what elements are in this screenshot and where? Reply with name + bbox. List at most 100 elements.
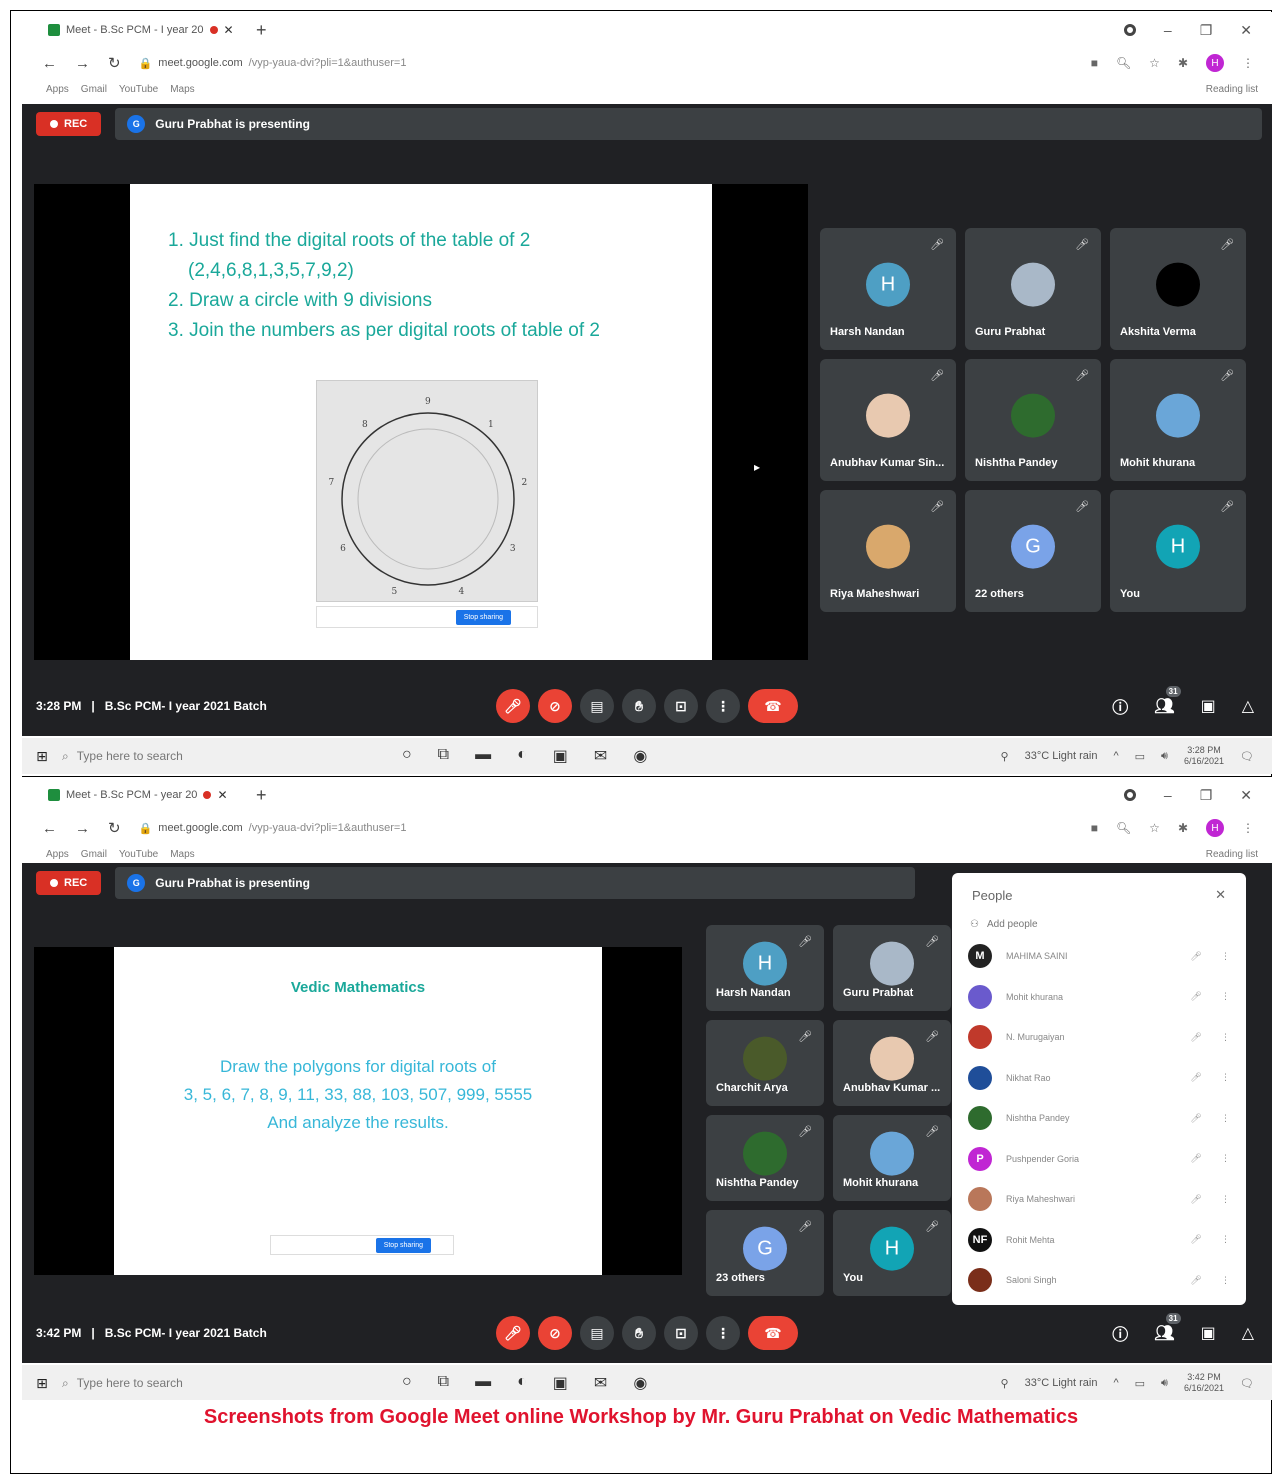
more-options-button[interactable]: ⋮ [706,1316,740,1350]
browser-tab[interactable]: Meet - B.Sc PCM - I year 20 ✕ [22,15,252,45]
edge-icon[interactable]: ◐ [517,746,527,766]
people-list-item[interactable]: P Pushpender Goria 🎤︎ ⋮ [952,1139,1246,1180]
participant-tile[interactable]: H 🎤︎ Harsh Nandan [820,228,956,350]
participant-tile[interactable]: 🎤︎ Mohit khurana [1110,359,1246,481]
muted-mic-icon[interactable]: 🎤︎ [1171,1275,1221,1286]
tray-chevron-icon[interactable]: ^ [1113,1377,1118,1389]
camera-icon[interactable]: ■ [1091,821,1098,835]
windows-start-icon[interactable]: ⊞ [22,1375,62,1392]
store-icon[interactable]: ▣ [553,746,568,766]
close-panel-icon[interactable]: ✕ [1215,887,1226,903]
forward-icon[interactable]: → [75,55,90,72]
close-tab-icon[interactable]: ✕ [217,788,227,802]
file-explorer-icon[interactable]: ▬ [475,746,491,766]
more-options-icon[interactable]: ⋮ [1221,991,1230,1002]
cortana-icon[interactable]: ○ [402,746,412,766]
muted-mic-icon[interactable]: 🎤︎ [1171,951,1221,962]
leave-call-button[interactable]: ☎︎ [748,1316,798,1350]
extensions-icon[interactable]: ✱ [1178,821,1188,835]
star-icon[interactable]: ☆ [1149,56,1160,70]
raise-hand-button[interactable]: ✋︎ [622,1316,656,1350]
profile-avatar[interactable]: H [1206,819,1224,837]
captions-button[interactable]: ▤ [580,689,614,723]
participant-tile[interactable]: H 🎤︎ Harsh Nandan [706,925,824,1011]
store-icon[interactable]: ▣ [553,1373,568,1393]
bookmark-apps[interactable]: Apps [46,84,69,95]
info-icon[interactable]: ⓘ [1112,694,1128,718]
star-icon[interactable]: ☆ [1149,821,1160,835]
taskbar-search[interactable]: ⌕ Type here to search [62,749,362,764]
back-icon[interactable]: ← [42,820,57,837]
raise-hand-button[interactable]: ✋︎ [622,689,656,723]
url-field[interactable]: 🔒 meet.google.com/vyp-yaua-dvi?pli=1&aut… [139,822,407,835]
bookmark-gmail[interactable]: Gmail [81,849,107,860]
extensions-icon[interactable]: ✱ [1178,56,1188,70]
muted-mic-icon[interactable]: 🎤︎ [1171,1072,1221,1083]
camera-off-button[interactable]: ⊘ [538,1316,572,1350]
participant-tile[interactable]: G 🎤︎ 22 others [965,490,1101,612]
taskbar-search[interactable]: ⌕ Type here to search [62,1376,362,1391]
more-options-icon[interactable]: ⋮ [1221,1072,1230,1083]
muted-mic-icon[interactable]: 🎤︎ [1171,1032,1221,1043]
notifications-icon[interactable]: 🗨︎ [1240,750,1254,763]
close-window-icon[interactable]: ✕ [1240,22,1252,39]
weather-text[interactable]: 33°C Light rain [1025,1377,1098,1389]
more-options-icon[interactable]: ⋮ [1221,1153,1230,1164]
stop-sharing-button[interactable]: Stop sharing [455,609,511,625]
people-list-item[interactable]: Nikhat Rao 🎤︎ ⋮ [952,1058,1246,1099]
chrome-icon[interactable]: ◉ [633,746,647,766]
participant-tile[interactable]: 🎤︎ Mohit khurana [833,1115,951,1201]
more-options-icon[interactable]: ⋮ [1221,1234,1230,1245]
present-button[interactable]: ⊡ [664,1316,698,1350]
people-list-item[interactable]: Nishtha Pandey 🎤︎ ⋮ [952,1098,1246,1139]
battery-icon[interactable]: ▭ [1135,1377,1145,1390]
participant-tile[interactable]: 🎤︎ Anubhav Kumar ... [833,1020,951,1106]
bookmark-youtube[interactable]: YouTube [119,849,158,860]
restore-icon[interactable]: ❐ [1200,787,1213,804]
back-icon[interactable]: ← [42,55,57,72]
camera-off-button[interactable]: ⊘ [538,689,572,723]
people-icon[interactable]: 👥︎ 31 [1154,686,1181,716]
browser-tab[interactable]: Meet - B.Sc PCM - year 20 ✕ [22,780,252,810]
people-tray-icon[interactable]: ⚲ [1001,1377,1009,1390]
file-explorer-icon[interactable]: ▬ [475,1373,491,1393]
camera-icon[interactable]: ■ [1091,56,1098,70]
mic-off-button[interactable]: 🎤︎ [496,689,530,723]
profile-avatar[interactable]: H [1206,54,1224,72]
more-options-button[interactable]: ⋮ [706,689,740,723]
participant-tile[interactable]: H 🎤︎ You [1110,490,1246,612]
mail-icon[interactable]: ✉ [594,746,607,766]
people-list-item[interactable]: Saloni Singh 🎤︎ ⋮ [952,1260,1246,1301]
more-options-icon[interactable]: ⋮ [1221,1032,1230,1043]
close-tab-icon[interactable]: ✕ [224,23,234,37]
captions-button[interactable]: ▤ [580,1316,614,1350]
task-view-icon[interactable]: ⧉ [438,746,449,766]
more-options-icon[interactable]: ⋮ [1221,1275,1230,1286]
cortana-icon[interactable]: ○ [402,1373,412,1393]
participant-tile[interactable]: 🎤︎ Guru Prabhat [833,925,951,1011]
battery-icon[interactable]: ▭ [1135,750,1145,763]
forward-icon[interactable]: → [75,820,90,837]
participant-tile[interactable]: 🎤︎ Riya Maheshwari [820,490,956,612]
stop-sharing-button[interactable]: Stop sharing [375,1237,431,1253]
people-list-item[interactable]: Mohit khurana 🎤︎ ⋮ [952,977,1246,1018]
people-list-item[interactable]: NF Rohit Mehta 🎤︎ ⋮ [952,1220,1246,1261]
people-list-item[interactable]: Riya Maheshwari 🎤︎ ⋮ [952,1179,1246,1220]
weather-text[interactable]: 33°C Light rain [1025,750,1098,762]
activities-icon[interactable]: △ [1242,696,1254,716]
participant-tile[interactable]: 🎤︎ Guru Prabhat [965,228,1101,350]
participant-tile[interactable]: 🎤︎ Nishtha Pandey [706,1115,824,1201]
close-window-icon[interactable]: ✕ [1240,787,1252,804]
windows-start-icon[interactable]: ⊞ [22,748,62,765]
muted-mic-icon[interactable]: 🎤︎ [1171,1194,1221,1205]
chat-icon[interactable]: ▣ [1201,696,1216,716]
clock[interactable]: 3:28 PM 6/16/2021 [1184,745,1224,767]
minimize-icon[interactable]: – [1164,787,1172,803]
reload-icon[interactable]: ↻ [108,819,121,837]
menu-icon[interactable]: ⋮ [1242,821,1254,835]
bookmark-gmail[interactable]: Gmail [81,84,107,95]
reading-list[interactable]: Reading list [1206,84,1272,95]
muted-mic-icon[interactable]: 🎤︎ [1171,1234,1221,1245]
people-tray-icon[interactable]: ⚲ [1001,750,1009,763]
bookmark-youtube[interactable]: YouTube [119,84,158,95]
